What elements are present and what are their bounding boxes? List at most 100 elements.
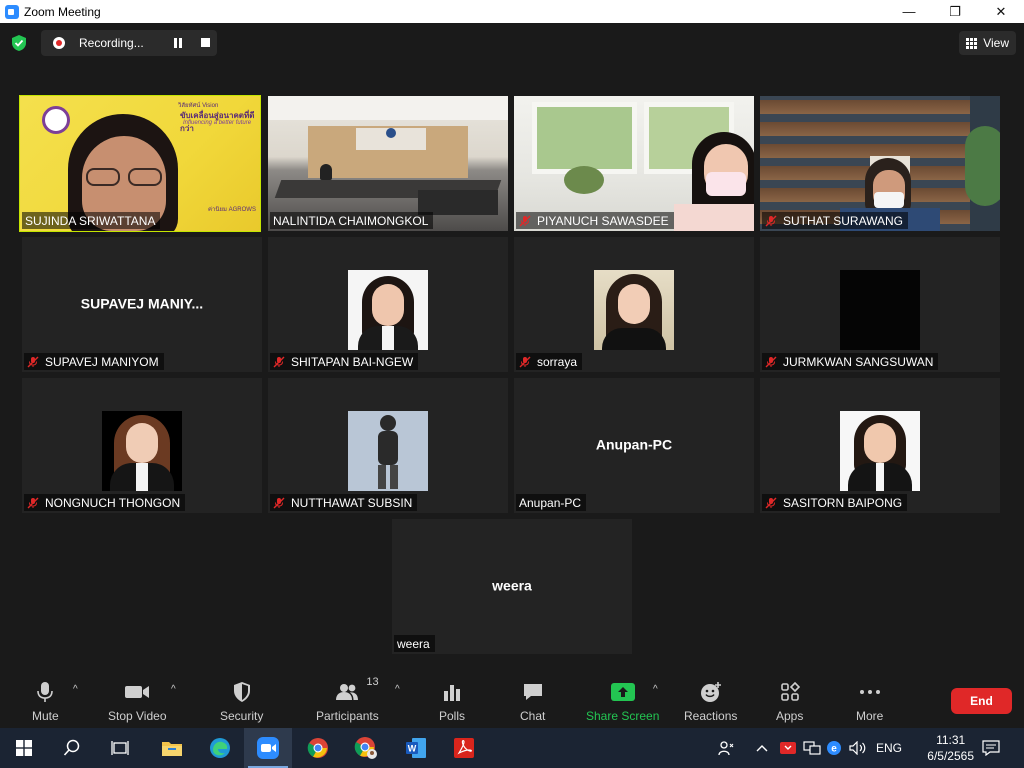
minimize-button[interactable]: — <box>886 0 932 23</box>
pause-recording-icon[interactable] <box>174 38 184 48</box>
zoom-taskbar-app[interactable] <box>244 728 292 768</box>
more-label: More <box>856 709 884 723</box>
video-tile[interactable]: SASITORN BAIPONG <box>760 378 1000 513</box>
end-meeting-button[interactable]: End <box>951 688 1012 714</box>
people-icon[interactable] <box>717 728 735 768</box>
profile-picture <box>840 270 920 350</box>
participant-display-name: Anupan-PC <box>595 435 673 452</box>
video-tile[interactable]: Anupan-PC Anupan-PC <box>514 378 754 513</box>
polls-button[interactable]: Polls <box>439 680 465 723</box>
maximize-button[interactable]: ❐ <box>932 0 978 23</box>
participant-name-tag: SUTHAT SURAWANG <box>762 212 909 229</box>
grid-view-icon <box>966 37 978 49</box>
video-tile[interactable]: PIYANUCH SAWASDEE <box>514 96 754 231</box>
muted-mic-icon <box>765 497 777 508</box>
stop-video-button[interactable]: Stop Video <box>108 680 167 723</box>
profile-picture <box>840 411 920 491</box>
language-tool-icon[interactable]: e <box>826 728 842 768</box>
search-icon <box>63 739 80 756</box>
close-button[interactable]: ✕ <box>978 0 1024 23</box>
view-label: View <box>983 36 1009 50</box>
video-tile[interactable]: SUPAVEJ MANIY... SUPAVEJ MANIYOM <box>22 237 262 372</box>
meeting-toolbar: Mute ^ Stop Video ^ Security 13 Particip… <box>0 674 1024 728</box>
video-tile[interactable]: weera weera <box>392 519 632 654</box>
participants-options-chevron-icon[interactable]: ^ <box>395 684 400 695</box>
participants-button[interactable]: 13 Participants <box>316 676 379 723</box>
polls-label: Polls <box>439 709 466 723</box>
video-tile[interactable]: SUTHAT SURAWANG <box>760 96 1000 231</box>
zoom-icon <box>257 737 279 759</box>
apps-button[interactable]: Apps <box>776 680 803 723</box>
more-dots-icon <box>859 690 880 694</box>
clock-date: 6/5/2565 <box>927 749 974 763</box>
video-feed <box>514 96 754 231</box>
edge-taskbar-app[interactable] <box>196 728 244 768</box>
notifications-icon[interactable] <box>982 728 1000 768</box>
recording-label: Recording... <box>79 36 144 50</box>
chrome-icon <box>307 738 328 758</box>
svg-text:W: W <box>408 744 417 754</box>
video-tile[interactable]: sorraya <box>514 237 754 372</box>
input-language-indicator[interactable]: ENG <box>876 728 902 768</box>
apps-icon <box>780 682 800 701</box>
microphone-icon <box>37 682 54 702</box>
participant-name-tag: SASITORN BAIPONG <box>762 494 908 511</box>
video-tile[interactable]: NUTTHAWAT SUBSIN <box>268 378 508 513</box>
more-button[interactable]: More <box>856 680 883 723</box>
search-button[interactable] <box>48 728 96 768</box>
chrome-profile-icon <box>354 737 377 759</box>
muted-mic-icon <box>273 497 285 508</box>
participant-display-name: weera <box>492 576 532 593</box>
video-options-chevron-icon[interactable]: ^ <box>171 684 176 695</box>
chrome-taskbar-app[interactable] <box>294 728 342 768</box>
encryption-shield-icon[interactable] <box>10 34 28 52</box>
participant-name-tag: weera <box>394 635 435 652</box>
share-screen-button[interactable]: Share Screen <box>586 680 659 723</box>
system-clock[interactable]: 11:31 6/5/2565 <box>927 732 974 764</box>
start-button[interactable] <box>0 728 48 768</box>
pdf-reader-taskbar-app[interactable] <box>440 728 488 768</box>
view-button[interactable]: View <box>959 31 1016 55</box>
muted-mic-icon <box>27 356 39 367</box>
participant-name-tag: Anupan-PC <box>516 494 587 511</box>
apps-label: Apps <box>776 709 804 723</box>
muted-mic-icon <box>519 215 531 226</box>
network-icon[interactable] <box>803 728 821 768</box>
share-screen-label: Share Screen <box>586 709 660 723</box>
reactions-smiley-icon <box>700 682 721 702</box>
word-taskbar-app[interactable]: W <box>392 728 440 768</box>
chrome-profile-taskbar-app[interactable] <box>342 728 390 768</box>
window-title: Zoom Meeting <box>24 4 101 19</box>
muted-mic-icon <box>765 215 777 226</box>
show-hidden-icons-chevron-icon[interactable] <box>756 728 768 768</box>
reactions-button[interactable]: Reactions <box>684 680 737 723</box>
security-button[interactable]: Security <box>220 680 263 723</box>
volume-icon[interactable] <box>849 728 867 768</box>
participant-name-tag: NUTTHAWAT SUBSIN <box>270 494 418 511</box>
video-tile[interactable]: JURMKWAN SANGSUWAN <box>760 237 1000 372</box>
muted-mic-icon <box>519 356 531 367</box>
profile-picture <box>348 270 428 350</box>
file-explorer-taskbar-app[interactable] <box>148 728 196 768</box>
participant-name-tag: SHITAPAN BAI-NGEW <box>270 353 419 370</box>
video-tile[interactable]: NALINTIDA CHAIMONGKOL <box>268 96 508 231</box>
participants-count-badge: 13 <box>366 676 379 688</box>
video-tile[interactable]: NONGNUCH THONGON <box>22 378 262 513</box>
chat-bubble-icon <box>523 684 542 700</box>
profile-picture <box>594 270 674 350</box>
video-tile[interactable]: วิสัยทัศน์ Vision ขับเคลื่อนสู่อนาคตที่ด… <box>19 95 261 232</box>
glasses <box>84 168 164 186</box>
mute-button[interactable]: Mute <box>32 680 59 723</box>
word-icon: W <box>406 738 426 758</box>
share-options-chevron-icon[interactable]: ^ <box>653 684 658 695</box>
participant-name-tag: NALINTIDA CHAIMONGKOL <box>270 212 434 229</box>
chat-button[interactable]: Chat <box>520 680 545 723</box>
zoom-tray-icon[interactable] <box>780 728 796 768</box>
edge-browser-icon <box>210 738 230 758</box>
video-tile[interactable]: SHITAPAN BAI-NGEW <box>268 237 508 372</box>
stop-recording-icon[interactable] <box>201 38 210 47</box>
polls-chart-icon <box>444 685 460 701</box>
participant-name-tag: SUJINDA SRIWATTANA <box>22 212 161 229</box>
audio-options-chevron-icon[interactable]: ^ <box>73 684 78 695</box>
task-view-button[interactable] <box>96 728 144 768</box>
